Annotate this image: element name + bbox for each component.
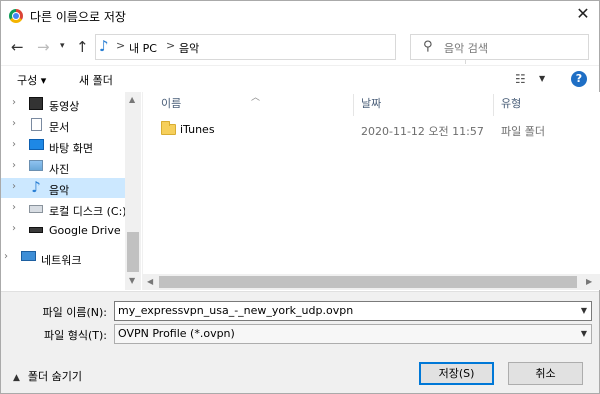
view-options-icon[interactable]: ☷	[515, 72, 526, 86]
sidebar-item-network[interactable]: › 네트워크	[0, 248, 125, 268]
disk-icon	[29, 205, 43, 213]
back-button[interactable]: ←	[11, 38, 24, 56]
music-icon: ♪	[99, 37, 109, 55]
hide-folders-button[interactable]: ▲ 폴더 숨기기	[13, 368, 82, 384]
save-as-dialog: 다른 이름으로 저장 ✕ ← → ▾ ↑ ♪ > 내 PC > 음악 ▾ ↻ ⚲…	[0, 0, 600, 394]
sidebar-item-music[interactable]: › ♪ 음악	[1, 178, 125, 198]
chevron-right-icon[interactable]: ›	[12, 223, 16, 234]
sidebar-item-pictures[interactable]: › 사진	[1, 157, 125, 177]
folder-icon	[161, 121, 176, 135]
sidebar-item-label: 바탕 화면	[49, 142, 93, 155]
desktop-icon	[29, 139, 44, 150]
filename-field[interactable]: my_expressvpn_usa_-_new_york_udp.ovpn ▼	[114, 301, 592, 321]
column-divider[interactable]	[353, 94, 354, 116]
scrollbar-thumb[interactable]	[127, 232, 139, 272]
filename-value[interactable]: my_expressvpn_usa_-_new_york_udp.ovpn	[118, 304, 353, 317]
column-header-type[interactable]: 유형	[501, 95, 521, 115]
file-list: 이름 ︿ 날짜 유형 iTunes 2020-11-12 오전 11:57 파일…	[142, 92, 600, 290]
close-button[interactable]: ✕	[567, 1, 599, 29]
network-icon	[21, 251, 36, 261]
chevron-right-icon[interactable]: ›	[4, 251, 8, 262]
title-bar: 다른 이름으로 저장 ✕	[1, 1, 599, 31]
scrollbar-thumb[interactable]	[159, 276, 577, 288]
chevron-down-icon[interactable]: ▼	[581, 306, 587, 315]
picture-icon	[29, 160, 43, 171]
sidebar-item-videos[interactable]: › 동영상	[1, 94, 125, 114]
chevron-right-icon[interactable]: ›	[12, 181, 16, 192]
filename-label: 파일 이름(N):	[42, 306, 108, 319]
file-date: 2020-11-12 오전 11:57	[361, 125, 484, 138]
search-input[interactable]: 음악 검색	[444, 40, 488, 56]
sidebar-item-label: 문서	[49, 121, 70, 134]
sidebar-item-label: 동영상	[49, 100, 80, 113]
filetype-select[interactable]: OVPN Profile (*.ovpn) ▼	[114, 324, 592, 344]
sidebar-item-local-disk[interactable]: › 로컬 디스크 (C:)	[1, 199, 125, 219]
sidebar-item-label: 로컬 디스크 (C:)	[49, 205, 125, 218]
chevron-up-icon: ▲	[13, 373, 20, 383]
drive-icon	[29, 227, 43, 233]
cancel-button[interactable]: 취소	[508, 362, 583, 385]
sidebar-item-desktop[interactable]: › 바탕 화면	[1, 136, 125, 156]
address-row: ← → ▾ ↑ ♪ > 내 PC > 음악 ▾ ↻ ⚲ 음악 검색	[1, 31, 599, 64]
column-divider[interactable]	[493, 94, 494, 116]
up-button[interactable]: ↑	[76, 38, 89, 56]
scroll-right-icon[interactable]: ▶	[586, 277, 592, 286]
column-header-date[interactable]: 날짜	[361, 95, 381, 115]
scroll-up-icon[interactable]: ▲	[129, 95, 135, 104]
address-bar[interactable]: ♪ > 내 PC > 음악 ▾ ↻	[95, 34, 484, 64]
sidebar-item-documents[interactable]: › 문서	[1, 115, 125, 135]
chevron-right-icon[interactable]: ›	[12, 160, 16, 171]
organize-button[interactable]: 구성 ▾	[17, 72, 46, 88]
video-icon	[29, 97, 43, 110]
sidebar-item-label: 음악	[49, 184, 70, 197]
chevron-down-icon[interactable]: ▼	[581, 329, 587, 338]
filetype-value[interactable]: OVPN Profile (*.ovpn)	[118, 327, 235, 340]
scroll-left-icon[interactable]: ◀	[147, 277, 153, 286]
toolbar: 구성 ▾ 새 폴더 ☷ ▼ ?	[1, 65, 599, 91]
navigation-pane: › 동영상 › 문서 › 바탕 화면 › 사진 › ♪ 음악 › 로컬 디스크 …	[1, 92, 141, 290]
breadcrumb-music[interactable]: 음악	[179, 40, 199, 56]
save-button[interactable]: 저장(S)	[419, 362, 494, 385]
music-icon: ♪	[31, 178, 41, 196]
file-type: 파일 폴더	[501, 125, 545, 138]
file-list-vertical-scrollbar[interactable]	[584, 92, 600, 274]
new-folder-button[interactable]: 새 폴더	[79, 72, 113, 88]
search-box[interactable]: ⚲ 음악 검색	[410, 34, 589, 60]
filetype-label: 파일 형식(T):	[44, 329, 107, 342]
file-name: iTunes	[180, 123, 215, 136]
forward-button[interactable]: →	[37, 38, 50, 56]
chevron-right-icon[interactable]: ›	[12, 202, 16, 213]
sidebar-item-label: 네트워크	[41, 254, 82, 267]
chevron-right-icon[interactable]: ›	[12, 139, 16, 150]
navigation-scrollbar[interactable]: ▲ ▼	[125, 92, 141, 290]
document-icon	[31, 118, 42, 131]
save-form: 파일 이름(N): my_expressvpn_usa_-_new_york_u…	[1, 291, 599, 393]
list-item[interactable]: iTunes 2020-11-12 오전 11:57 파일 폴더	[143, 120, 583, 140]
scroll-down-icon[interactable]: ▼	[129, 276, 135, 285]
chevron-down-icon[interactable]: ▼	[539, 74, 545, 83]
sort-ascending-icon: ︿	[251, 93, 261, 103]
breadcrumb-separator[interactable]: >	[116, 39, 125, 52]
chrome-icon	[9, 9, 23, 23]
recent-locations-button[interactable]: ▾	[60, 41, 65, 51]
window-title: 다른 이름으로 저장	[30, 10, 126, 24]
sidebar-item-google-drive[interactable]: › Google Drive (G	[1, 220, 125, 240]
search-icon: ⚲	[423, 39, 433, 54]
sidebar-item-label: 사진	[49, 163, 70, 176]
help-icon[interactable]: ?	[571, 71, 587, 87]
chevron-right-icon[interactable]: ›	[12, 97, 16, 108]
column-header-name[interactable]: 이름	[161, 95, 181, 115]
file-list-horizontal-scrollbar[interactable]: ◀ ▶	[143, 274, 600, 290]
sidebar-item-label: Google Drive (G	[49, 224, 125, 237]
hide-folders-label: 폴더 숨기기	[27, 370, 83, 383]
breadcrumb-separator[interactable]: >	[166, 39, 175, 52]
breadcrumb-this-pc[interactable]: 내 PC	[129, 40, 157, 56]
chevron-right-icon[interactable]: ›	[12, 118, 16, 129]
